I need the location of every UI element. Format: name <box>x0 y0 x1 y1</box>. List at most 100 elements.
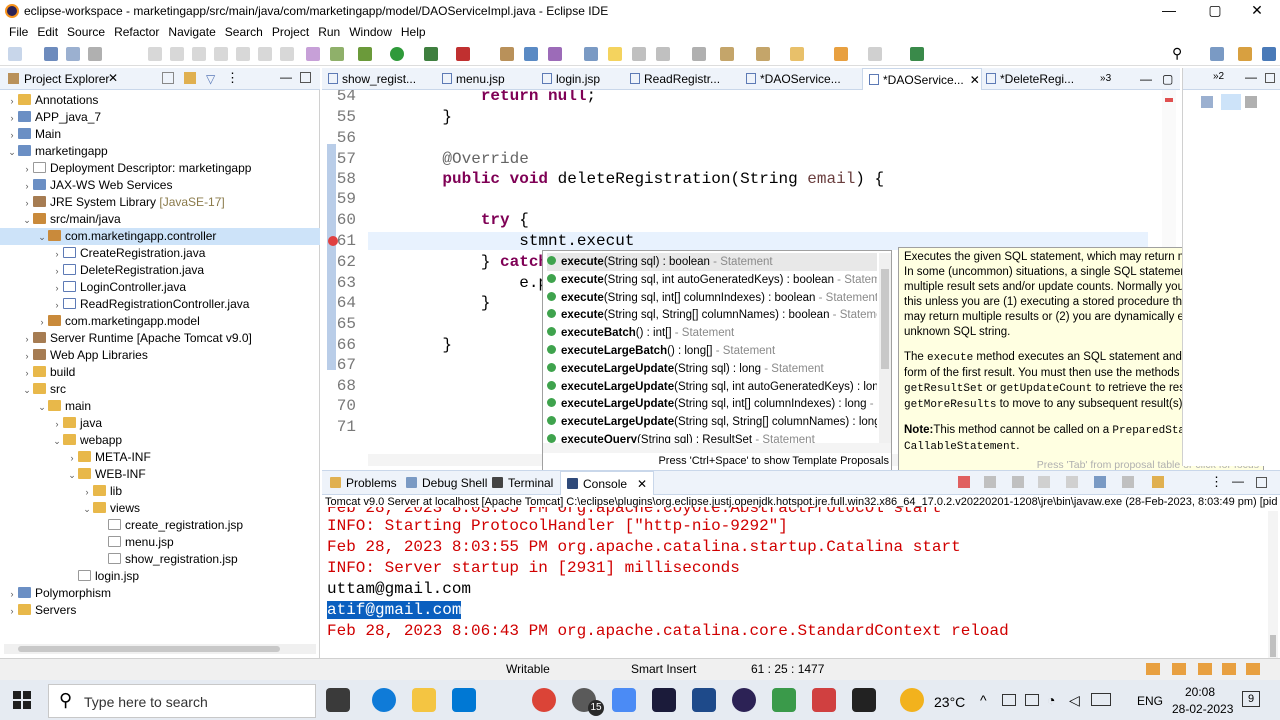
word-wrap-icon[interactable] <box>656 47 670 61</box>
word-wrap-console-icon[interactable] <box>1066 476 1078 488</box>
minimize-editor-icon[interactable]: — <box>1140 68 1152 90</box>
expand-arrow-icon[interactable]: › <box>21 178 33 195</box>
maximize-button[interactable]: ▢ <box>1192 0 1238 22</box>
proposal-item[interactable]: execute(String sql, int autoGeneratedKey… <box>547 271 877 289</box>
tree-item[interactable]: › META-INF <box>0 449 320 466</box>
filter-icon[interactable]: ▽ <box>206 72 215 86</box>
proposal-item[interactable]: executeLargeUpdate(String sql, int autoG… <box>547 378 877 396</box>
expand-arrow-icon[interactable]: › <box>21 195 33 212</box>
tree-item[interactable]: › JRE System Library [JavaSE-17] <box>0 194 320 211</box>
tree-item[interactable]: › com.marketingapp.model <box>0 313 320 330</box>
task-view-icon[interactable] <box>326 688 350 712</box>
expand-arrow-icon[interactable]: › <box>51 263 63 280</box>
expand-arrow-icon[interactable]: ⌄ <box>21 212 33 229</box>
expand-arrow-icon[interactable]: › <box>21 365 33 382</box>
tree-item[interactable]: › JAX-WS Web Services <box>0 177 320 194</box>
menu-navigate[interactable]: Navigate <box>168 22 215 42</box>
proposal-item[interactable]: executeQuery(String sql) : ResultSet - S… <box>547 431 877 443</box>
error-marker[interactable] <box>1165 98 1173 102</box>
maximize-view-icon[interactable] <box>300 72 311 83</box>
tree-item[interactable]: › Main <box>0 126 320 143</box>
tree-item[interactable]: › CreateRegistration.java <box>0 245 320 262</box>
link-with-editor-icon[interactable] <box>184 72 196 84</box>
remove-launch-icon[interactable] <box>984 476 996 488</box>
horizontal-scrollbar[interactable] <box>4 644 316 654</box>
expand-arrow-icon[interactable]: ⌄ <box>21 382 33 399</box>
windows-start-icon[interactable] <box>13 691 31 709</box>
tree-item[interactable]: ⌄ views <box>0 500 320 517</box>
vscode-icon[interactable] <box>692 688 716 712</box>
tree-item[interactable]: › Server Runtime [Apache Tomcat v9.0] <box>0 330 320 347</box>
close-view-icon[interactable]: ✕ <box>108 71 118 85</box>
proposal-item[interactable]: executeLargeUpdate(String sql, int[] col… <box>547 395 877 413</box>
close-button[interactable]: ✕ <box>1234 0 1280 22</box>
globe-icon[interactable] <box>772 688 796 712</box>
print-icon[interactable] <box>88 47 102 61</box>
code-line[interactable]: } <box>404 108 452 126</box>
save-all-icon[interactable] <box>66 47 80 61</box>
tree-item[interactable]: show_registration.jsp <box>0 551 320 568</box>
tree-item[interactable]: › Annotations <box>0 92 320 109</box>
tree-item[interactable]: ⌄ WEB-INF <box>0 466 320 483</box>
tree-item[interactable]: › Polymorphism <box>0 585 320 602</box>
network-icon[interactable] <box>1025 694 1039 706</box>
scroll-lock-icon[interactable] <box>1038 476 1050 488</box>
intellij-icon[interactable] <box>652 688 676 712</box>
tree-item[interactable]: › Deployment Descriptor: marketingapp <box>0 160 320 177</box>
view-menu-icon[interactable]: ⋮ <box>226 70 239 86</box>
collapse-all-icon[interactable] <box>162 72 174 84</box>
expand-arrow-icon[interactable]: › <box>51 297 63 314</box>
bug-icon[interactable] <box>358 47 372 61</box>
step-into-icon[interactable] <box>236 47 250 61</box>
status-bookmark-icon[interactable] <box>1246 663 1260 675</box>
tree-item[interactable]: › Servers <box>0 602 320 619</box>
step-return-icon[interactable] <box>280 47 294 61</box>
debug-icon[interactable] <box>330 47 344 61</box>
expand-arrow-icon[interactable]: ⌄ <box>66 467 78 484</box>
tree-item[interactable]: ⌄ src/main/java <box>0 211 320 228</box>
proposal-h-scrollbar[interactable] <box>543 443 891 453</box>
outline-filter-icon[interactable] <box>1245 96 1257 108</box>
java-perspective-icon[interactable] <box>1262 47 1276 61</box>
mail-icon[interactable] <box>452 688 476 712</box>
expand-arrow-icon[interactable]: ⌄ <box>6 144 18 161</box>
console-scrollbar[interactable] <box>1268 511 1278 659</box>
tree-item[interactable]: › Web App Libraries <box>0 347 320 364</box>
clock-time[interactable]: 20:08 <box>1185 685 1215 699</box>
console-scrollbar-thumb[interactable] <box>1270 635 1276 657</box>
status-tray-icon[interactable] <box>1146 663 1160 675</box>
expand-arrow-icon[interactable]: ⌄ <box>36 229 48 246</box>
tab-overflow[interactable]: »3 <box>1100 68 1111 90</box>
new-icon[interactable] <box>8 47 22 61</box>
search-icon[interactable]: ⚲ <box>1172 46 1186 61</box>
edge-icon[interactable] <box>372 688 396 712</box>
run-icon[interactable] <box>390 47 404 61</box>
tray-expand-icon[interactable]: ^ <box>980 692 987 708</box>
scrollbar-thumb[interactable] <box>18 646 280 652</box>
code-line[interactable]: return null; <box>404 90 596 105</box>
tree-item[interactable]: › lib <box>0 483 320 500</box>
taskbar-search-box[interactable]: ⚲ Type here to search <box>48 684 316 718</box>
cloud-icon[interactable] <box>1002 694 1016 706</box>
terminate-console-icon[interactable] <box>958 476 970 488</box>
clock-date[interactable]: 28-02-2023 <box>1172 702 1233 716</box>
display-console-icon[interactable] <box>1122 476 1134 488</box>
expand-arrow-icon[interactable]: › <box>51 246 63 263</box>
tab-console[interactable]: Console ✕ <box>560 471 655 495</box>
new-package-icon[interactable] <box>524 47 538 61</box>
proposal-item[interactable]: executeLargeBatch() : long[] - Statement <box>547 342 877 360</box>
pin-editor-icon[interactable] <box>910 47 924 61</box>
forward-icon[interactable] <box>868 47 882 61</box>
tab-delete-registration[interactable]: *DeleteRegi... <box>986 68 1074 90</box>
tree-item[interactable]: ⌄ webapp <box>0 432 320 449</box>
chrome-icon[interactable] <box>532 688 556 712</box>
suspend-icon[interactable] <box>170 47 184 61</box>
back-icon[interactable] <box>834 47 848 61</box>
language-indicator[interactable]: ENG <box>1137 694 1163 708</box>
expand-arrow-icon[interactable]: › <box>6 93 18 110</box>
tree-item[interactable]: › APP_java_7 <box>0 109 320 126</box>
maximize-editor-icon[interactable]: ▢ <box>1162 68 1173 90</box>
tab-daoservice[interactable]: *DAOService... <box>746 68 841 90</box>
code-line[interactable]: public void deleteRegistration(String em… <box>404 170 884 188</box>
minimize-outline-icon[interactable]: — <box>1245 70 1257 84</box>
